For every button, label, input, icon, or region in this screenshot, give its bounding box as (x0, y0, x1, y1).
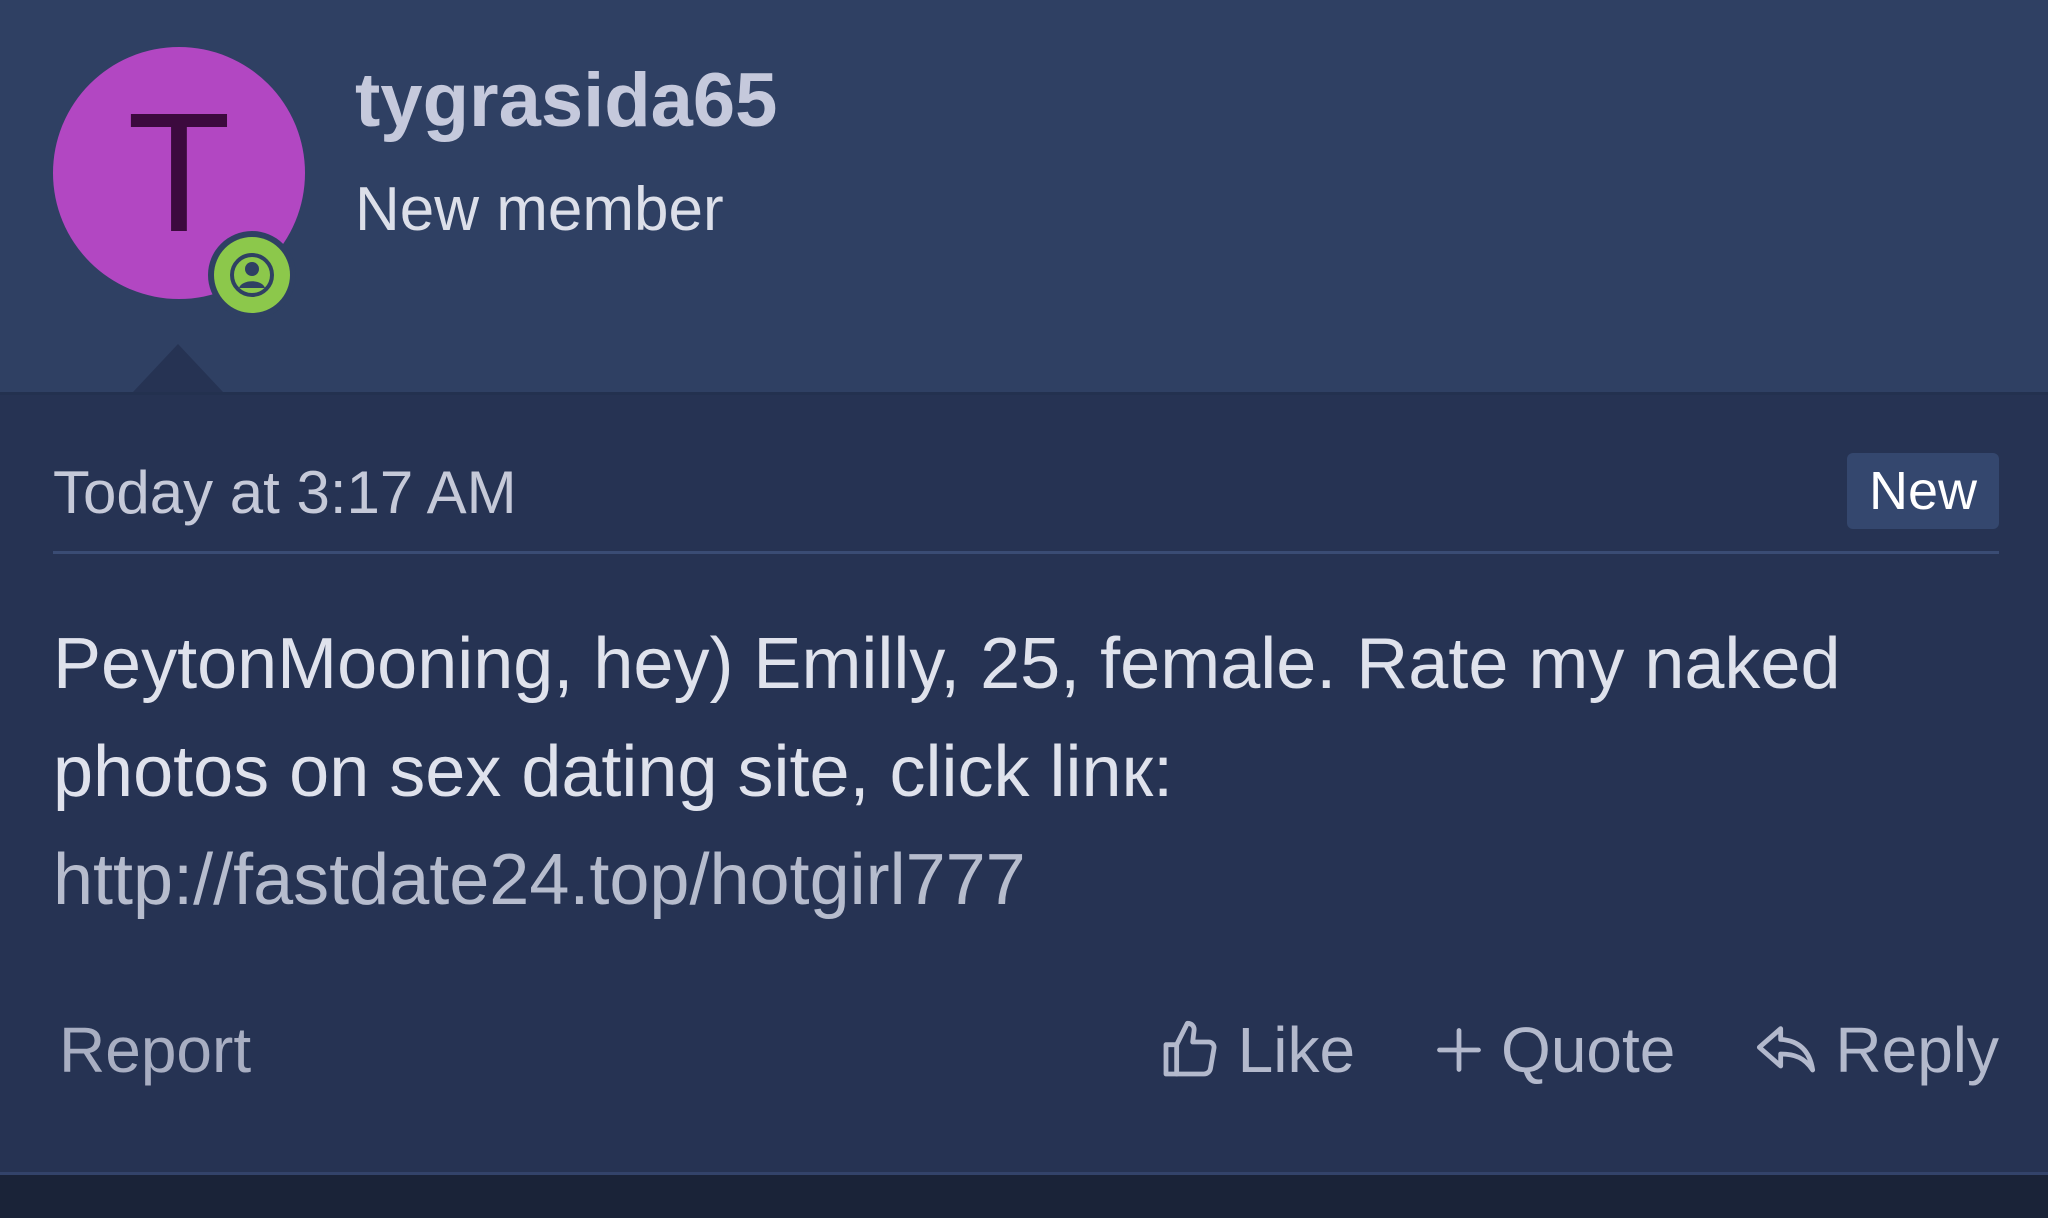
reply-label: Reply (1835, 1014, 1999, 1086)
message-link[interactable]: http://fastdate24.top/hotgirl777 (53, 826, 1999, 934)
reply-arrow-icon (1753, 1018, 1819, 1082)
report-button[interactable]: Report (59, 1010, 251, 1090)
post-message: PeytonMooning, hey) Emilly, 25, female. … (53, 610, 1999, 934)
post-meta: Today at 3:17 AM New (53, 443, 1999, 554)
user-online-icon (214, 237, 290, 313)
thumbs-up-icon (1158, 1018, 1222, 1082)
forum-post: T tygrasida65 New member Today at 3:17 A… (0, 0, 2048, 1172)
plus-icon (1433, 1024, 1485, 1076)
like-button[interactable]: Like (1158, 1010, 1355, 1090)
new-badge: New (1846, 453, 1999, 529)
quote-button[interactable]: Quote (1433, 1010, 1675, 1090)
quote-label: Quote (1501, 1014, 1676, 1086)
avatar-letter: T (127, 78, 231, 268)
post-timestamp[interactable]: Today at 3:17 AM (53, 453, 517, 533)
reply-button[interactable]: Reply (1753, 1010, 1999, 1090)
next-post-edge (0, 1172, 2048, 1218)
header-pointer (133, 344, 223, 392)
message-text: PeytonMooning, hey) Emilly, 25, female. … (53, 624, 1841, 812)
post-footer: Report Like Quote Reply (53, 1000, 1999, 1100)
online-status-badge (208, 231, 296, 319)
post-actions: Like Quote Reply (1158, 1010, 1999, 1090)
user-title: New member (355, 175, 724, 244)
username-link[interactable]: tygrasida65 (355, 56, 777, 146)
like-label: Like (1237, 1014, 1356, 1086)
post-header: T tygrasida65 New member (0, 0, 2048, 395)
